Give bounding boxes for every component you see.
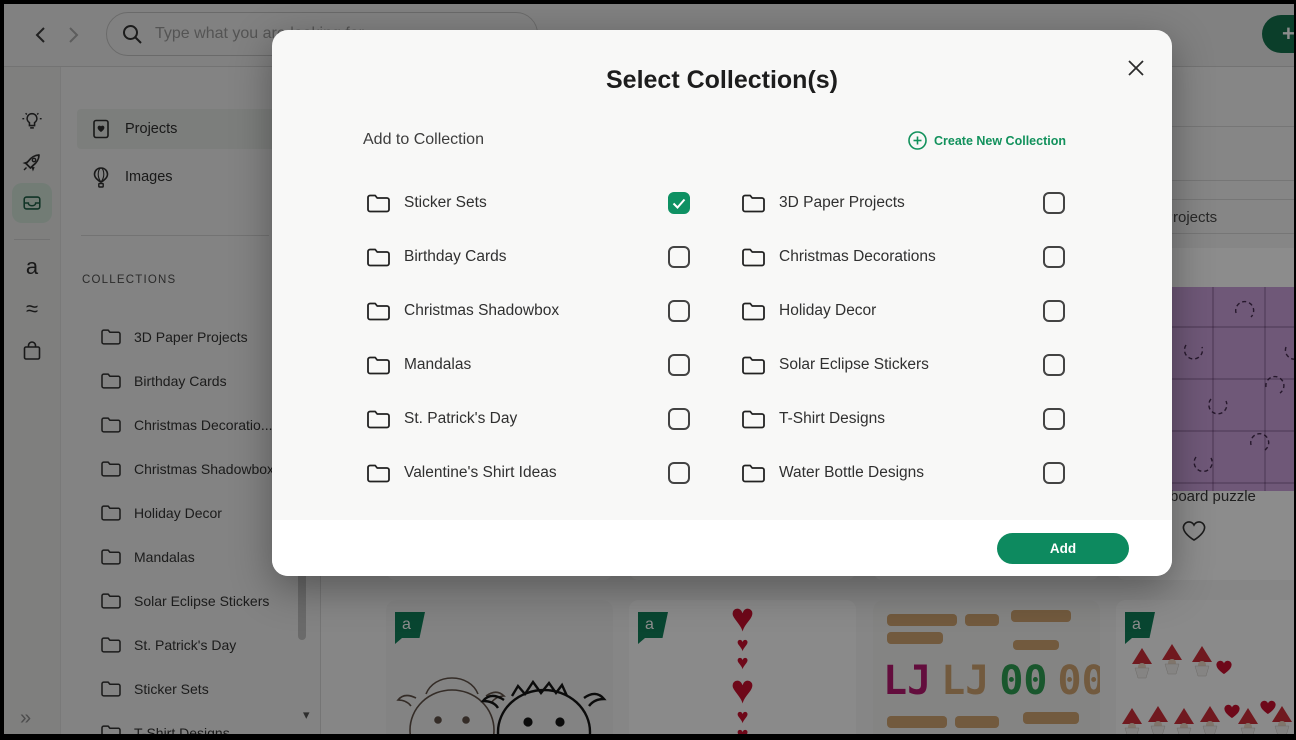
close-button[interactable]: [1124, 56, 1148, 80]
collection-row[interactable]: St. Patrick's Day: [366, 392, 690, 446]
folder-icon: [741, 409, 766, 430]
folder-icon: [741, 301, 766, 322]
folder-icon: [741, 193, 766, 214]
collection-checkbox[interactable]: [668, 462, 690, 484]
collection-checkbox[interactable]: [668, 408, 690, 430]
modal-footer: Add: [272, 520, 1172, 576]
collection-row[interactable]: Valentine's Shirt Ideas: [366, 446, 690, 500]
folder-icon: [366, 247, 391, 268]
close-icon: [1127, 59, 1145, 77]
collection-checkbox[interactable]: [668, 246, 690, 268]
collection-name: 3D Paper Projects: [779, 194, 1043, 212]
app-screen: + a: [4, 4, 1294, 734]
collection-row[interactable]: T-Shirt Designs: [741, 392, 1065, 446]
collection-name: Sticker Sets: [404, 194, 668, 212]
collection-row[interactable]: Solar Eclipse Stickers: [741, 338, 1065, 392]
collection-row[interactable]: Water Bottle Designs: [741, 446, 1065, 500]
collection-row[interactable]: Birthday Cards: [366, 230, 690, 284]
collection-name: T-Shirt Designs: [779, 410, 1043, 428]
collection-name: Solar Eclipse Stickers: [779, 356, 1043, 374]
collection-checkbox[interactable]: [668, 354, 690, 376]
folder-icon: [366, 463, 391, 484]
folder-icon: [366, 301, 391, 322]
collection-checkbox[interactable]: [1043, 462, 1065, 484]
collection-checkbox[interactable]: [1043, 192, 1065, 214]
collection-name: Christmas Shadowbox: [404, 302, 668, 320]
folder-icon: [741, 247, 766, 268]
check-icon: [672, 198, 686, 209]
collection-name: Birthday Cards: [404, 248, 668, 266]
collection-name: Valentine's Shirt Ideas: [404, 464, 668, 482]
create-new-collection-button[interactable]: Create New Collection: [908, 131, 1066, 150]
folder-icon: [366, 355, 391, 376]
plus-circle-icon: [908, 131, 927, 150]
app-window: + a: [0, 0, 1296, 740]
collection-checkbox[interactable]: [1043, 408, 1065, 430]
folder-icon: [741, 463, 766, 484]
collection-name: Holiday Decor: [779, 302, 1043, 320]
collection-name: St. Patrick's Day: [404, 410, 668, 428]
folder-icon: [366, 193, 391, 214]
collection-row[interactable]: 3D Paper Projects: [741, 176, 1065, 230]
add-to-collection-label: Add to Collection: [363, 131, 484, 149]
collection-checkbox[interactable]: [1043, 300, 1065, 322]
collection-row[interactable]: Christmas Shadowbox: [366, 284, 690, 338]
collection-name: Water Bottle Designs: [779, 464, 1043, 482]
modal-col-left: Sticker Sets Birthday Cards Christmas Sh…: [366, 176, 690, 500]
create-new-collection-label: Create New Collection: [934, 134, 1066, 148]
folder-icon: [741, 355, 766, 376]
modal-col-right: 3D Paper Projects Christmas Decorations …: [741, 176, 1065, 500]
collection-row[interactable]: Christmas Decorations: [741, 230, 1065, 284]
folder-icon: [366, 409, 391, 430]
collection-checkbox[interactable]: [668, 300, 690, 322]
collection-row[interactable]: Holiday Decor: [741, 284, 1065, 338]
collection-name: Mandalas: [404, 356, 668, 374]
select-collections-modal: Select Collection(s) Add to Collection C…: [272, 30, 1172, 576]
collection-row[interactable]: Sticker Sets: [366, 176, 690, 230]
collection-checkbox[interactable]: [668, 192, 690, 214]
collection-row[interactable]: Mandalas: [366, 338, 690, 392]
add-button[interactable]: Add: [997, 533, 1129, 564]
collection-checkbox[interactable]: [1043, 246, 1065, 268]
collection-checkbox[interactable]: [1043, 354, 1065, 376]
modal-title: Select Collection(s): [272, 66, 1172, 95]
collection-name: Christmas Decorations: [779, 248, 1043, 266]
